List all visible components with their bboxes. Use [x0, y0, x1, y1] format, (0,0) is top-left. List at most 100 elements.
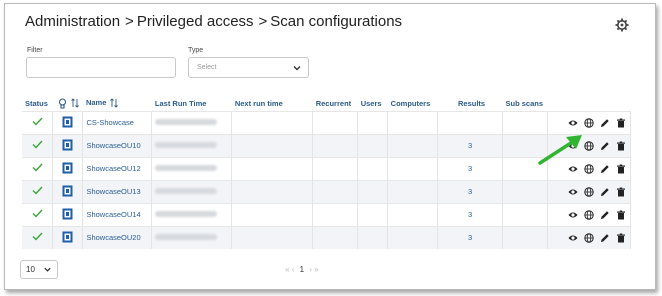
last-run-cell — [151, 226, 233, 249]
last-page-button[interactable]: » — [314, 265, 318, 274]
trash-icon[interactable] — [616, 210, 626, 220]
redacted-value — [155, 234, 218, 241]
scan-name-link[interactable]: ShowcaseOU13 — [86, 187, 140, 196]
globe-icon[interactable] — [584, 209, 594, 220]
breadcrumb-separator: > — [125, 13, 134, 30]
type-select[interactable]: Select — [188, 57, 309, 78]
filter-label: Filter — [27, 47, 43, 54]
gear-icon[interactable] — [615, 18, 629, 32]
actions-cell — [547, 180, 632, 203]
check-icon — [32, 186, 43, 195]
globe-icon[interactable] — [584, 186, 594, 197]
pencil-icon[interactable] — [600, 141, 610, 151]
column-sub-scans[interactable]: Sub scans — [502, 96, 547, 111]
pencil-icon[interactable] — [600, 187, 610, 197]
column-users[interactable]: Users — [358, 96, 388, 111]
trash-icon[interactable] — [616, 118, 626, 128]
next-run-cell — [231, 180, 314, 203]
column-recurrent[interactable]: Recurrent — [313, 96, 358, 111]
prev-page-button[interactable]: ‹ — [292, 265, 295, 274]
type-select-placeholder: Select — [197, 64, 217, 71]
chevron-down-icon — [44, 267, 51, 272]
scan-name-link[interactable]: ShowcaseOU14 — [86, 210, 140, 219]
status-cell — [22, 134, 54, 157]
type-filter-icon[interactable] — [58, 98, 67, 109]
pencil-icon[interactable] — [600, 210, 610, 220]
users-cell — [357, 203, 389, 226]
eye-icon[interactable] — [568, 210, 578, 220]
sort-icon[interactable] — [110, 98, 119, 108]
breadcrumb-item-scan-configurations: Scan configurations — [270, 13, 403, 30]
column-last-run-time[interactable]: Last Run Time — [152, 96, 232, 111]
window-frame: Administration > Privileged access > Scan co… — [4, 3, 656, 290]
name-cell: ShowcaseOU20 — [82, 226, 153, 249]
type-cell — [52, 134, 84, 157]
check-icon — [32, 163, 43, 172]
first-page-button[interactable]: « — [285, 265, 289, 274]
breadcrumb-item-administration[interactable]: Administration — [25, 13, 120, 30]
column-results[interactable]: Results — [438, 96, 503, 111]
results-cell[interactable]: 3 — [437, 226, 503, 249]
breadcrumb-item-privileged-access[interactable]: Privileged access — [137, 13, 254, 30]
name-cell: ShowcaseOU14 — [82, 203, 153, 226]
scan-name-link[interactable]: ShowcaseOU20 — [86, 233, 140, 242]
results-cell[interactable]: 3 — [437, 180, 503, 203]
eye-icon[interactable] — [568, 233, 578, 243]
pagination: « ‹ 1 › » — [285, 265, 319, 274]
column-computers[interactable]: Computers — [388, 96, 438, 111]
column-next-run-time[interactable]: Next run time — [232, 96, 313, 111]
users-cell — [357, 134, 389, 157]
pencil-icon[interactable] — [600, 118, 610, 128]
eye-icon[interactable] — [568, 118, 578, 128]
sub-scans-cell — [502, 203, 548, 226]
ad-scan-icon — [62, 185, 73, 196]
scan-name-link[interactable]: ShowcaseOU12 — [86, 164, 140, 173]
results-cell[interactable]: 3 — [437, 203, 503, 226]
type-cell — [52, 226, 84, 249]
ad-scan-icon — [62, 208, 73, 219]
next-run-cell — [231, 226, 314, 249]
column-type[interactable] — [53, 96, 83, 111]
type-cell — [52, 111, 84, 134]
globe-icon[interactable] — [584, 233, 594, 243]
page-size-select[interactable]: 10 — [20, 260, 58, 279]
table-row[interactable]: ShowcaseOU14 3 — [22, 203, 632, 226]
computers-cell — [387, 157, 439, 180]
type-cell — [52, 180, 84, 203]
scan-name-link[interactable]: ShowcaseOU10 — [86, 141, 140, 150]
name-cell: ShowcaseOU13 — [82, 180, 153, 203]
filter-input[interactable] — [26, 57, 176, 78]
next-run-cell — [231, 134, 314, 157]
results-cell[interactable] — [437, 111, 503, 134]
last-run-cell — [151, 203, 233, 226]
type-label: Type — [188, 47, 204, 54]
current-page[interactable]: 1 — [300, 265, 304, 274]
column-name[interactable]: Name — [83, 96, 152, 111]
column-status[interactable]: Status — [22, 96, 53, 111]
redacted-value — [155, 119, 218, 125]
next-page-button[interactable]: › — [309, 265, 312, 274]
sort-icon[interactable] — [71, 98, 79, 108]
status-cell — [22, 226, 54, 249]
type-cell — [52, 203, 84, 226]
results-cell[interactable]: 3 — [437, 157, 503, 180]
table-row[interactable]: ShowcaseOU13 3 — [22, 180, 632, 203]
trash-icon[interactable] — [616, 141, 626, 151]
last-run-cell — [151, 180, 233, 203]
trash-icon[interactable] — [616, 164, 626, 174]
globe-icon[interactable] — [584, 117, 594, 128]
check-icon — [32, 140, 43, 149]
name-cell: ShowcaseOU12 — [82, 157, 153, 180]
trash-icon[interactable] — [616, 233, 626, 243]
sub-scans-cell — [502, 180, 548, 203]
pencil-icon[interactable] — [600, 164, 610, 174]
next-run-cell — [231, 203, 314, 226]
eye-icon[interactable] — [568, 187, 578, 197]
recurrent-cell — [312, 134, 359, 157]
scan-name-link[interactable]: CS-Showcase — [86, 118, 134, 127]
table-row[interactable]: ShowcaseOU20 3 — [22, 226, 632, 249]
results-cell[interactable]: 3 — [437, 134, 503, 157]
pencil-icon[interactable] — [600, 233, 610, 243]
trash-icon[interactable] — [616, 187, 626, 197]
annotation-arrow — [538, 135, 582, 165]
